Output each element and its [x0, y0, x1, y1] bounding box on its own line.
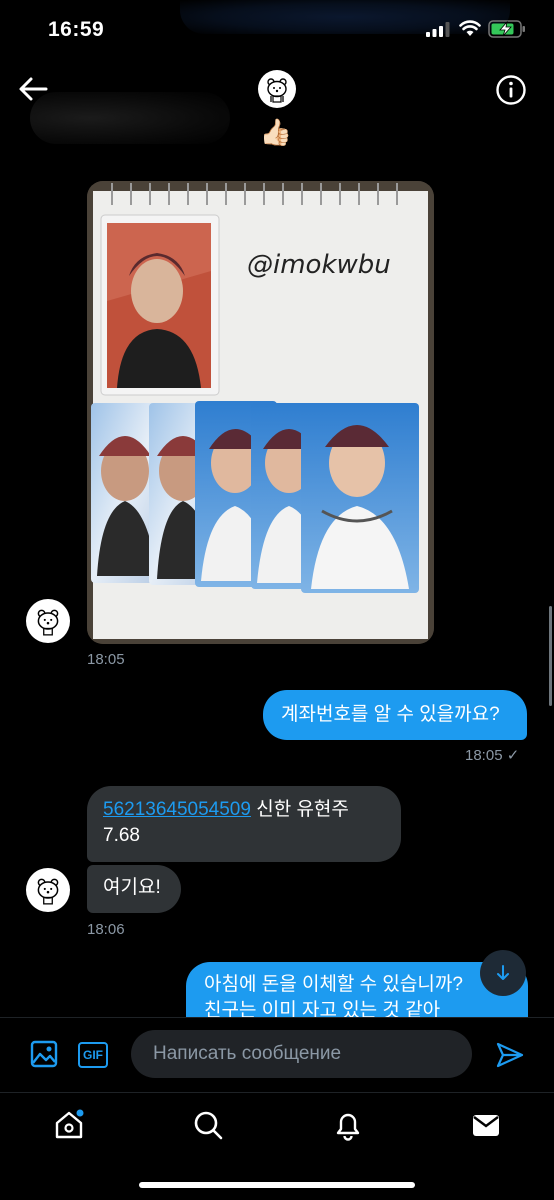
contact-avatar-small[interactable]	[26, 599, 70, 643]
gif-button[interactable]: GIF	[78, 1042, 108, 1068]
status-bar: 16:59	[0, 0, 554, 62]
image-icon[interactable]	[30, 1040, 58, 1068]
info-icon[interactable]	[495, 74, 527, 106]
conversation-header: 👍🏻	[0, 62, 554, 162]
incoming-message[interactable]: 여기요!	[87, 865, 181, 913]
wifi-icon	[459, 20, 481, 36]
photo-timestamp: 18:05	[87, 651, 125, 668]
message-input[interactable]: Написать сообщение	[131, 1030, 472, 1078]
scroll-to-bottom-button[interactable]	[480, 950, 526, 996]
sent-check-icon: ✓	[506, 747, 520, 764]
contact-avatar[interactable]	[258, 70, 296, 108]
message-timestamp: 18:05 ✓	[465, 746, 519, 764]
message-line-2: 7.68	[103, 825, 140, 846]
message-timestamp: 18:06	[87, 921, 125, 938]
notifications-icon[interactable]	[332, 1109, 364, 1141]
outgoing-message[interactable]: 계좌번호를 알 수 있을까요?	[263, 690, 527, 740]
timestamp-text: 18:05	[465, 747, 503, 764]
home-icon[interactable]	[53, 1109, 85, 1141]
photo-message[interactable]: @imokwbu	[87, 181, 434, 644]
send-icon[interactable]	[496, 1042, 524, 1068]
cellular-signal-icon	[426, 22, 450, 37]
incoming-message[interactable]: 56213645054509 신한 유현주 7.68	[87, 786, 401, 862]
scrollbar[interactable]	[549, 606, 552, 706]
message-text: 여기요!	[103, 877, 161, 898]
arrow-down-icon	[497, 965, 509, 980]
account-number-link[interactable]: 56213645054509	[103, 799, 251, 820]
photocards-photo: @imokwbu	[87, 181, 434, 644]
message-composer: GIF Написать сообщение	[0, 1017, 554, 1092]
thumbs-up-emoji: 👍🏻	[259, 117, 293, 147]
messages-icon[interactable]	[470, 1109, 502, 1141]
message-text: 계좌번호를 알 수 있을까요?	[281, 704, 500, 725]
bear-avatar-icon	[267, 78, 287, 103]
home-indicator[interactable]	[139, 1182, 415, 1188]
handwritten-handle: @imokwbu	[247, 250, 391, 280]
contact-avatar-small[interactable]	[26, 868, 70, 912]
message-line-1: 아침에 돈을 이체할 수 있습니까?	[204, 974, 463, 995]
bear-avatar-icon	[37, 609, 59, 636]
search-icon[interactable]	[192, 1109, 224, 1141]
bank-name-text: 신한 유현주	[250, 799, 349, 820]
battery-charging-icon	[488, 20, 525, 38]
status-time: 16:59	[48, 18, 105, 41]
blurred-username	[30, 92, 230, 144]
bear-avatar-icon	[37, 878, 59, 905]
